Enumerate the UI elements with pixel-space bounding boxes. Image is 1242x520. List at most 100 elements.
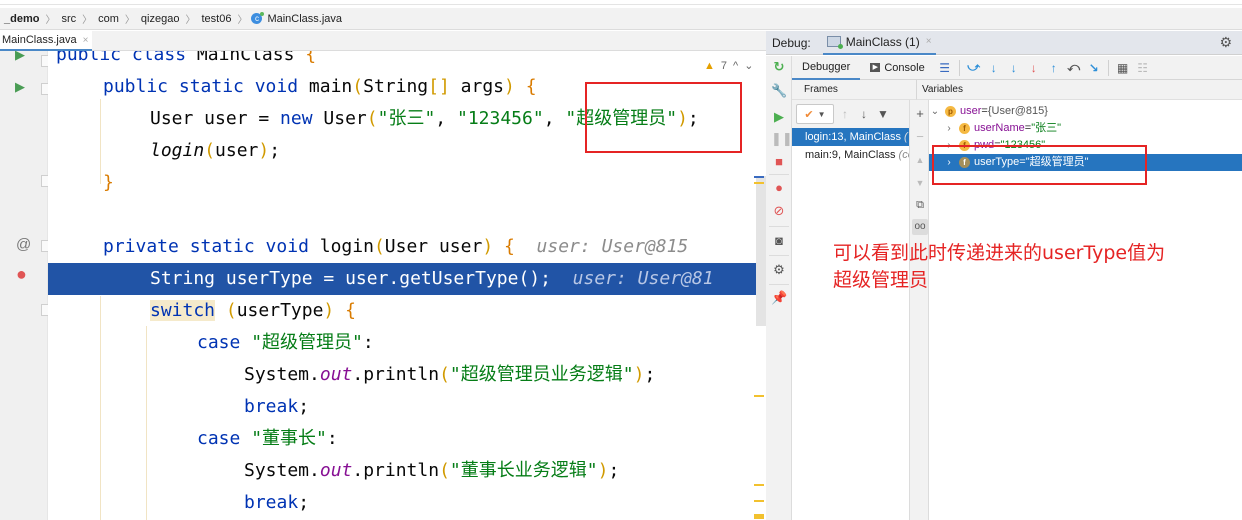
duplicate-watch-icon[interactable]: ⧉ <box>912 197 928 213</box>
gear-icon[interactable]: ⚙ <box>1219 34 1232 51</box>
breadcrumb-project[interactable]: _demo <box>4 13 39 25</box>
indent-guide <box>146 326 147 520</box>
code-line-println-admin: System.out.println("超级管理员业务逻辑"); <box>244 364 656 385</box>
breadcrumb: _demo 〉 src 〉 com 〉 qizegao 〉 test06 〉 c… <box>0 8 1242 30</box>
close-icon[interactable]: × <box>83 35 89 46</box>
pause-icon[interactable]: ❚❚ <box>771 131 793 147</box>
debug-session-label: MainClass (1) <box>845 34 920 49</box>
override-at-icon[interactable]: @ <box>16 236 31 253</box>
chevron-right-icon: 〉 <box>185 15 196 26</box>
show-execution-point-icon[interactable]: ⤻ <box>964 60 984 75</box>
drop-frame-icon[interactable]: ⤺ <box>1064 60 1084 75</box>
breadcrumb-file[interactable]: MainClass.java <box>267 13 342 25</box>
editor-gutter[interactable]: ▶ ▶ @ ● <box>0 47 51 520</box>
warning-icon: ▲ <box>704 59 715 72</box>
toolbar-separator <box>769 255 789 256</box>
next-highlight-icon[interactable]: ⌄ <box>744 59 753 72</box>
annotation-highlight-box <box>585 82 742 153</box>
frame-item[interactable]: main:9, MainClass (co <box>792 146 909 164</box>
step-over-icon[interactable]: ↓ <box>984 61 1004 75</box>
editor-tab-mainclass[interactable]: MainClass.java × <box>0 31 92 51</box>
chevron-down-icon: ▼ <box>817 109 826 119</box>
expand-arrow-icon[interactable]: ⌄ <box>929 103 941 120</box>
remove-watch-icon[interactable]: − <box>912 129 928 145</box>
toolbar-separator <box>769 174 789 175</box>
step-into-icon[interactable]: ↓ <box>1004 61 1024 75</box>
annotation-line-2: 超级管理员 <box>833 269 929 291</box>
layout-menu-icon[interactable]: ☰ <box>935 61 955 75</box>
field-badge-icon: f <box>959 123 970 134</box>
code-line-switch: switch (userType) { <box>150 300 356 321</box>
variable-row-user[interactable]: ⌄ p user = {User@815} <box>929 103 1242 120</box>
trace-icon[interactable]: ☷ <box>1133 61 1153 75</box>
glasses-icon[interactable]: oo <box>912 219 928 235</box>
run-icon[interactable]: ▶ <box>15 47 25 63</box>
variable-row-username[interactable]: › f userName = "张三" <box>929 120 1242 137</box>
code-line-break: break; <box>244 492 310 513</box>
error-stripe-marker[interactable] <box>754 176 764 178</box>
warning-count: 7 <box>720 59 728 72</box>
editor-tab-bar: MainClass.java × <box>0 31 766 51</box>
tab-console[interactable]: ▶ Console <box>860 56 934 80</box>
evaluate-expression-icon[interactable]: ▦ <box>1113 61 1133 75</box>
toolbar-separator <box>958 59 960 76</box>
breadcrumb-test06[interactable]: test06 <box>201 13 231 25</box>
debug-tool-window-header: Debug: MainClass (1) × ⚙ <box>766 31 1242 55</box>
stop-icon[interactable]: ■ <box>771 154 787 170</box>
error-stripe-marker[interactable] <box>754 395 764 397</box>
close-icon[interactable]: × <box>926 36 932 47</box>
error-stripe-marker[interactable] <box>754 500 764 502</box>
app-window-icon <box>826 36 843 49</box>
error-stripe-marker[interactable] <box>754 182 764 184</box>
code-line-current-execution: String userType = user.getUserType(); us… <box>48 263 756 295</box>
frame-item[interactable]: login:13, MainClass ( <box>792 128 909 146</box>
mute-breakpoints-icon[interactable]: ⊘ <box>771 203 787 219</box>
chevron-right-icon: 〉 <box>237 15 248 26</box>
breakpoint-icon[interactable]: ● <box>16 264 27 285</box>
pin-icon[interactable]: 📌 <box>771 290 787 306</box>
move-up-icon[interactable]: ▲ <box>912 152 928 168</box>
error-stripe-marker[interactable] <box>754 484 764 486</box>
java-class-icon: c <box>251 12 265 24</box>
expand-arrow-icon[interactable]: › <box>943 120 955 137</box>
editor-scrollbar-thumb[interactable] <box>756 176 766 326</box>
view-breakpoints-icon[interactable]: ● <box>771 180 787 196</box>
previous-highlight-icon[interactable]: ^ <box>733 60 738 72</box>
chevron-right-icon: 〉 <box>82 15 93 26</box>
rerun-icon[interactable]: ↻ <box>771 59 787 75</box>
step-out-icon[interactable]: ↑ <box>1044 61 1064 75</box>
wrench-icon[interactable]: 🔧 <box>771 83 787 99</box>
camera-icon[interactable]: ◙ <box>771 233 787 249</box>
top-strip <box>0 0 1242 5</box>
arrow-down-icon[interactable]: ↓ <box>856 107 872 121</box>
run-to-cursor-icon[interactable]: ↘ <box>1084 61 1104 75</box>
arrow-up-icon[interactable]: ↑ <box>837 107 853 121</box>
move-down-icon[interactable]: ▼ <box>912 175 928 191</box>
error-stripe-marker[interactable] <box>754 514 764 519</box>
force-step-into-icon[interactable]: ↓ <box>1024 61 1044 75</box>
tab-debugger[interactable]: Debugger <box>792 56 861 80</box>
thread-selector[interactable]: ✔ ▼ <box>796 104 834 124</box>
code-line-login-decl: private static void login(User user) { u… <box>103 236 689 257</box>
resume-icon[interactable]: ▶ <box>771 109 787 125</box>
editor-tab-label: MainClass.java <box>2 34 77 46</box>
toolbar-separator <box>1107 59 1109 76</box>
variables-toolbar: + − ▲ ▼ ⧉ oo <box>909 100 929 520</box>
breadcrumb-src[interactable]: src <box>61 13 76 25</box>
check-icon: ✔ <box>804 108 814 121</box>
code-line-class: public class MainClass { <box>56 51 317 65</box>
breadcrumb-com[interactable]: com <box>98 13 119 25</box>
chevron-right-icon: 〉 <box>124 15 135 26</box>
filter-icon[interactable]: ▼ <box>875 107 891 121</box>
settings-icon[interactable]: ⚙ <box>771 262 787 278</box>
debug-session-tab[interactable]: MainClass (1) × <box>822 31 936 55</box>
annotation-text: 可以看到此时传递进来的userType值为 超级管理员 <box>833 240 1165 294</box>
frames-list: login:13, MainClass ( main:9, MainClass … <box>792 128 909 520</box>
code-line-println-chairman: System.out.println("董事长业务逻辑"); <box>244 460 620 481</box>
parameter-badge-icon: p <box>945 106 956 117</box>
toolbar-separator <box>769 226 789 227</box>
add-watch-icon[interactable]: + <box>912 106 928 122</box>
run-icon[interactable]: ▶ <box>15 79 25 95</box>
breadcrumb-qizegao[interactable]: qizegao <box>141 13 180 25</box>
inspections-widget[interactable]: ▲ 7 ^ ⌄ <box>704 59 753 73</box>
